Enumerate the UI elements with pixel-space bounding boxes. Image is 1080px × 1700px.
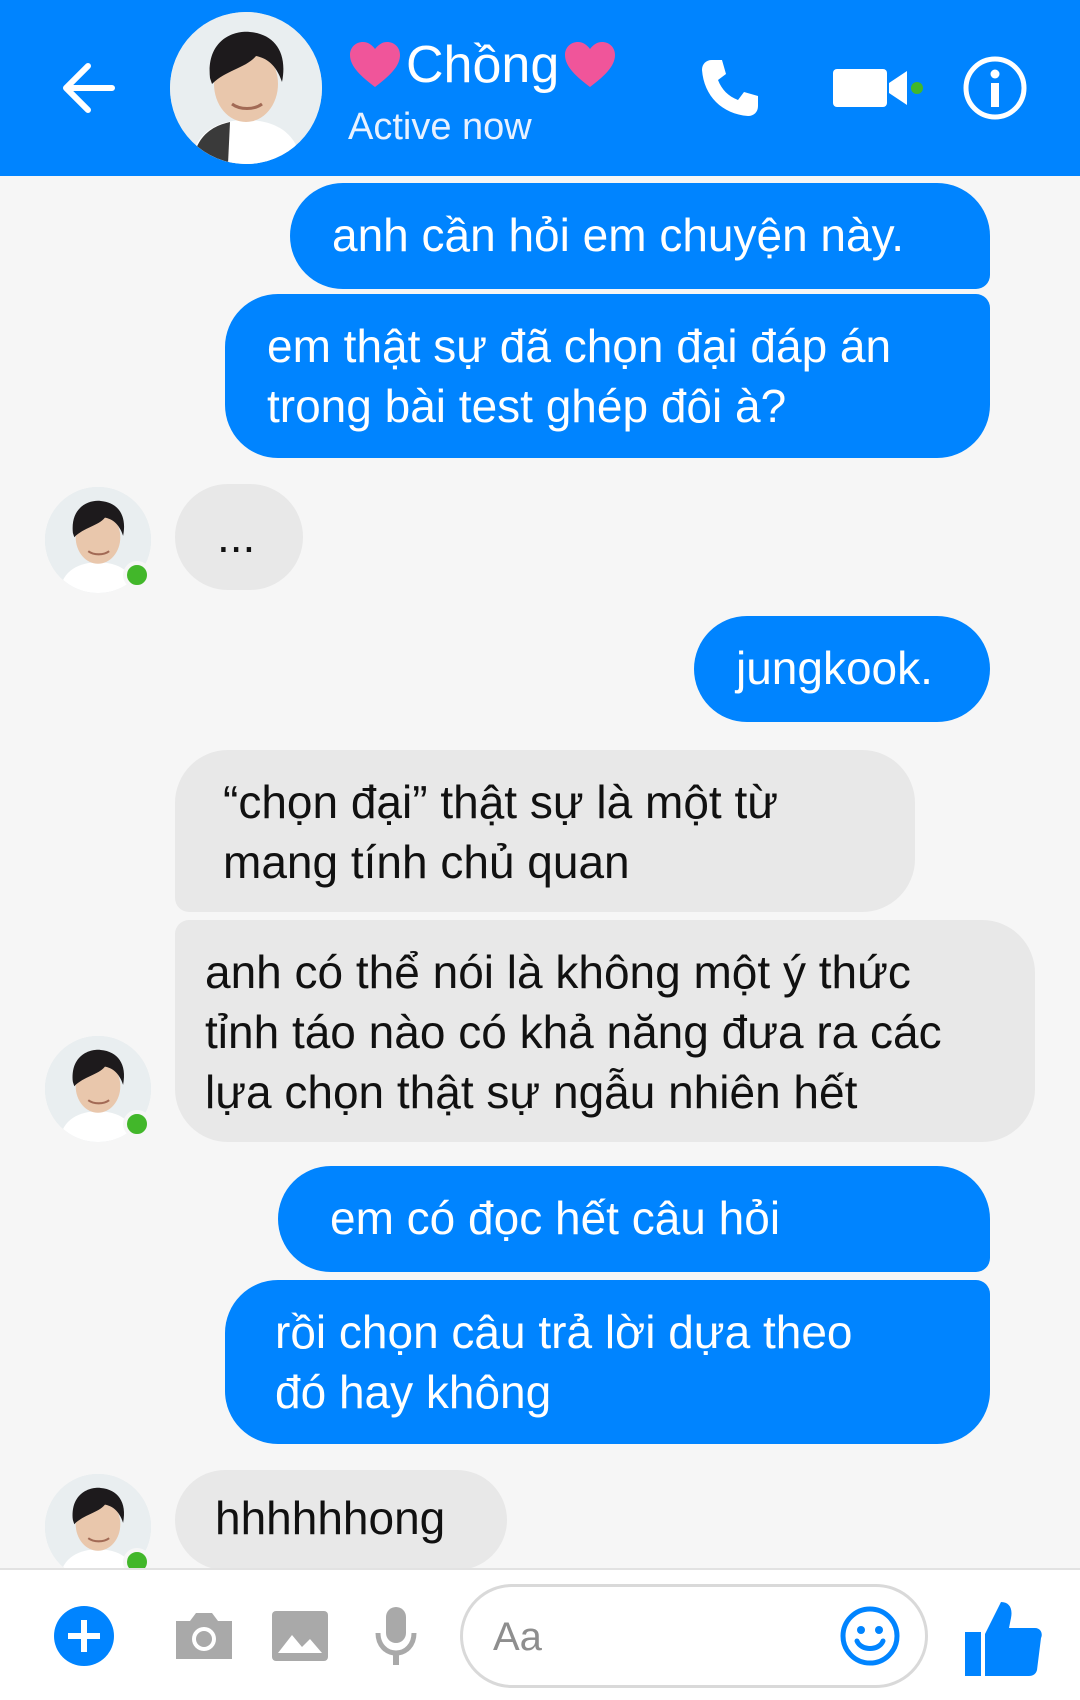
sender-avatar[interactable] bbox=[45, 1474, 151, 1580]
message-bubble-outgoing[interactable]: em thật sự đã chọn đại đáp án trong bài … bbox=[225, 294, 990, 458]
emoji-icon bbox=[840, 1606, 900, 1666]
video-camera-icon bbox=[833, 69, 923, 107]
contact-photo bbox=[170, 12, 322, 164]
message-text: em có đọc hết câu hỏi bbox=[330, 1192, 781, 1244]
chat-header: Chồng Active now bbox=[0, 0, 1080, 176]
online-indicator bbox=[123, 1110, 151, 1138]
camera-button[interactable] bbox=[166, 1598, 242, 1674]
info-icon bbox=[963, 56, 1027, 120]
message-text: “chọn đại” thật sự là một từ bbox=[223, 776, 779, 828]
message-bubble-incoming[interactable]: hhhhhhong bbox=[175, 1470, 507, 1570]
emoji-button[interactable] bbox=[837, 1603, 903, 1669]
active-status: Active now bbox=[348, 106, 532, 148]
conversation-title[interactable]: Chồng Active now bbox=[348, 30, 617, 150]
message-bubble-outgoing[interactable]: em có đọc hết câu hỏi bbox=[278, 1166, 990, 1272]
back-arrow-icon bbox=[63, 63, 115, 113]
message-text: em thật sự đã chọn đại đáp án bbox=[267, 320, 892, 372]
back-button[interactable] bbox=[52, 52, 124, 124]
message-text: anh cần hỏi em chuyện này. bbox=[332, 209, 904, 261]
voice-message-button[interactable] bbox=[358, 1598, 434, 1674]
contact-avatar[interactable] bbox=[170, 12, 322, 164]
voice-call-button[interactable] bbox=[685, 48, 775, 128]
message-bubble-incoming[interactable]: ... bbox=[175, 484, 303, 590]
message-text: rồi chọn câu trả lời dựa theo bbox=[275, 1306, 853, 1358]
conversation-info-button[interactable] bbox=[950, 48, 1040, 128]
message-text: anh có thể nói là không một ý thức bbox=[205, 946, 911, 998]
message-text: trong bài test ghép đôi à? bbox=[267, 380, 787, 432]
thumbs-up-icon bbox=[965, 1602, 1042, 1676]
message-bubble-incoming[interactable]: “chọn đại” thật sự là một từ mang tính c… bbox=[175, 750, 915, 912]
message-text: jungkook. bbox=[736, 642, 933, 694]
image-icon bbox=[272, 1611, 328, 1661]
message-input[interactable] bbox=[493, 1611, 813, 1663]
message-bubble-incoming[interactable]: anh có thể nói là không một ý thức tỉnh … bbox=[175, 920, 1035, 1142]
contact-name: Chồng bbox=[406, 36, 560, 94]
more-actions-button[interactable] bbox=[46, 1598, 122, 1674]
heart-icon bbox=[565, 42, 616, 87]
video-call-button[interactable] bbox=[822, 48, 932, 128]
gallery-button[interactable] bbox=[262, 1598, 338, 1674]
heart-icon bbox=[350, 42, 400, 87]
message-text: đó hay không bbox=[275, 1366, 552, 1418]
message-bubble-outgoing[interactable]: jungkook. bbox=[694, 616, 990, 722]
message-bubble-outgoing[interactable]: rồi chọn câu trả lời dựa theo đó hay khô… bbox=[225, 1280, 990, 1444]
camera-icon bbox=[176, 1613, 232, 1659]
message-text: ... bbox=[217, 510, 256, 562]
sender-avatar[interactable] bbox=[45, 1036, 151, 1142]
message-composer bbox=[0, 1568, 1080, 1700]
message-bubble-outgoing[interactable]: anh cần hỏi em chuyện này. bbox=[290, 183, 990, 289]
plus-icon bbox=[54, 1606, 114, 1666]
phone-icon bbox=[702, 60, 758, 116]
message-text: hhhhhhong bbox=[215, 1492, 446, 1544]
online-indicator bbox=[123, 561, 151, 589]
message-input-container bbox=[460, 1584, 928, 1688]
like-button[interactable] bbox=[955, 1590, 1051, 1686]
message-text: tỉnh táo nào có khả năng đưa ra các bbox=[205, 1006, 942, 1058]
microphone-icon bbox=[375, 1607, 417, 1665]
message-text: lựa chọn thật sự ngẫu nhiên hết bbox=[205, 1066, 858, 1118]
sender-avatar[interactable] bbox=[45, 487, 151, 593]
message-text: mang tính chủ quan bbox=[223, 836, 630, 888]
